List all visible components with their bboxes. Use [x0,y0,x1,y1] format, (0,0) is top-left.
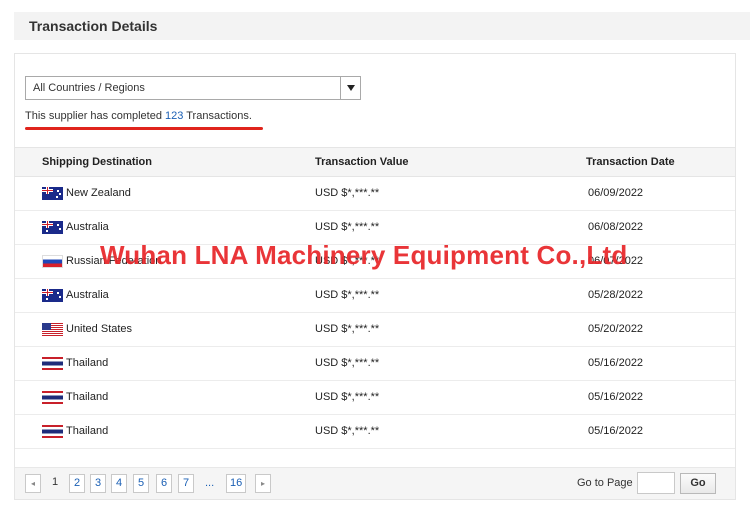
summary-underline [25,127,263,130]
table-row: New Zealand USD $*,***.** 06/09/2022 [15,177,735,211]
page-6-button[interactable]: 6 [156,474,172,493]
transaction-date: 06/08/2022 [588,221,644,233]
table-row: United States USD $*,***.** 05/20/2022 [15,313,735,347]
next-page-button[interactable]: ▸ [255,474,271,493]
au-flag-icon [42,221,63,234]
transaction-date: 05/16/2022 [588,425,644,437]
transaction-value: USD $*,***.** [315,255,380,267]
summary-suffix: Transactions. [186,110,252,122]
transaction-value: USD $*,***.** [315,391,380,403]
goto-page-label: Go to Page [577,477,633,489]
th-flag-icon [42,357,63,370]
transaction-value: USD $*,***.** [315,289,380,301]
destination-country: Russian Federation [66,255,162,267]
transaction-value: USD $*,***.** [315,221,380,233]
transaction-date: 05/20/2022 [588,323,644,335]
chevron-down-icon[interactable] [340,77,360,99]
th-flag-icon [42,391,63,404]
transactions-panel: All Countries / Regions This supplier ha… [14,53,736,500]
go-button[interactable]: Go [680,473,716,494]
page-7-button[interactable]: 7 [178,474,194,493]
pagination: ◂ 1 2 3 4 5 6 7 ... 16 ▸ Go to Page Go [15,467,735,499]
destination-country: New Zealand [66,187,131,199]
table-row: Thailand USD $*,***.** 05/16/2022 [15,347,735,381]
country-region-select-value: All Countries / Regions [33,82,145,94]
transaction-value: USD $*,***.** [315,323,380,335]
destination-country: Thailand [66,357,109,369]
transaction-count: 123 [165,110,184,122]
destination-country: Thailand [66,391,109,403]
nz-flag-icon [42,187,63,200]
table-header: Shipping Destination Transaction Value T… [15,147,735,177]
pagination-ellipsis: ... [205,477,215,489]
transaction-date: 05/28/2022 [588,289,644,301]
transaction-date: 06/07/2022 [588,255,644,267]
table-row: Thailand USD $*,***.** 05/16/2022 [15,381,735,415]
prev-page-button[interactable]: ◂ [25,474,41,493]
header-date: Transaction Date [586,156,675,168]
transaction-date: 06/09/2022 [588,187,644,199]
destination-country: United States [66,323,133,335]
table-row: Russian Federation USD $*,***.** 06/07/2… [15,245,735,279]
transaction-value: USD $*,***.** [315,187,380,199]
summary-prefix: This supplier has completed [25,110,162,122]
destination-country: Australia [66,289,109,301]
goto-page-input[interactable] [637,472,675,494]
country-region-select[interactable]: All Countries / Regions [25,76,361,100]
transaction-date: 05/16/2022 [588,357,644,369]
table-row: Thailand USD $*,***.** 05/16/2022 [15,415,735,449]
destination-country: Australia [66,221,109,233]
transaction-summary: This supplier has completed 123 Transact… [25,110,252,122]
th-flag-icon [42,425,63,438]
page-5-button[interactable]: 5 [133,474,149,493]
table-row: Australia USD $*,***.** 05/28/2022 [15,279,735,313]
header-value: Transaction Value [315,156,409,168]
transaction-date: 05/16/2022 [588,391,644,403]
page-4-button[interactable]: 4 [111,474,127,493]
page-16-button[interactable]: 16 [226,474,247,493]
page-3-button[interactable]: 3 [90,474,106,493]
section-title: Transaction Details [14,12,750,40]
page-2-button[interactable]: 2 [69,474,85,493]
ru-flag-icon [42,255,63,268]
destination-country: Thailand [66,425,109,437]
current-page: 1 [51,476,59,488]
header-destination: Shipping Destination [42,156,152,168]
table-row: Australia USD $*,***.** 06/08/2022 [15,211,735,245]
au-flag-icon [42,289,63,302]
us-flag-icon [42,323,63,336]
transactions-table: Shipping Destination Transaction Value T… [15,147,735,449]
transaction-value: USD $*,***.** [315,357,380,369]
transaction-value: USD $*,***.** [315,425,380,437]
